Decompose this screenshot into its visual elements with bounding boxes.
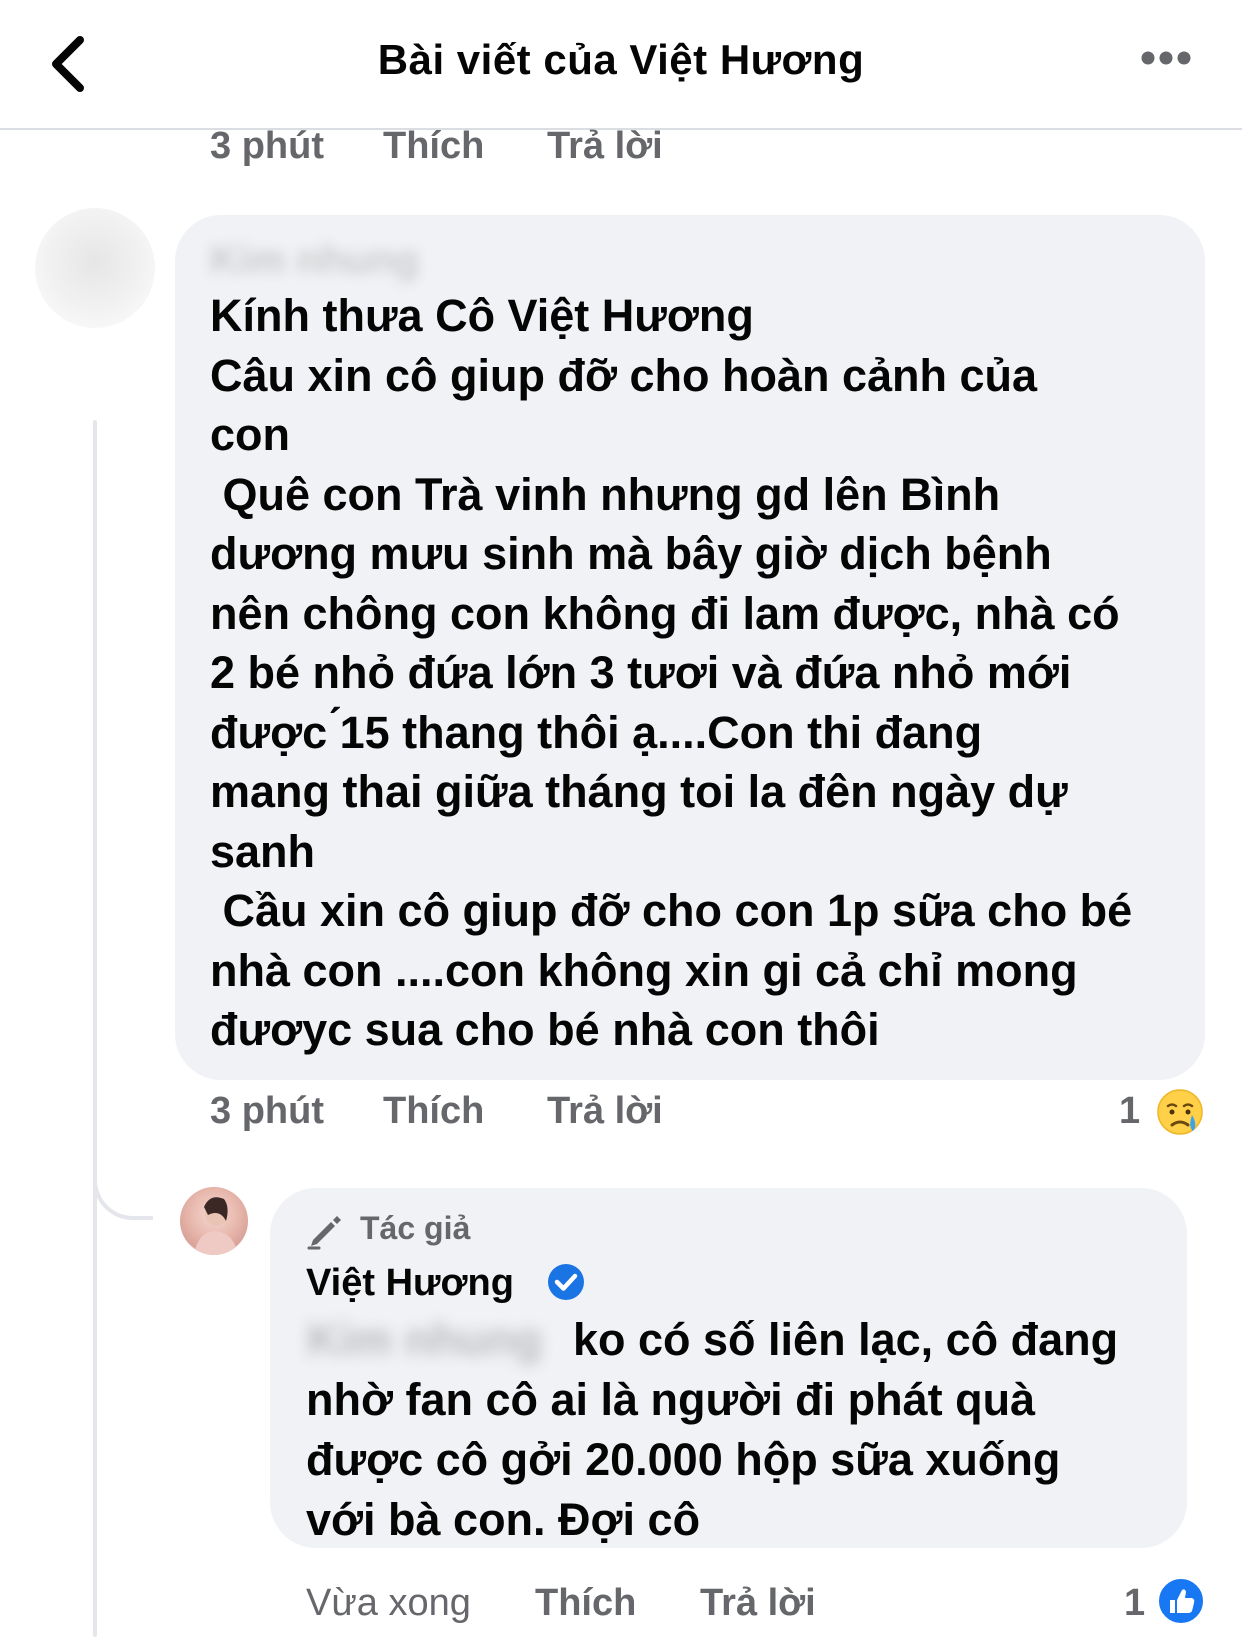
comment-text-line: con	[210, 409, 291, 460]
comment-text-line: được ́15 thang thôi ạ....Con thi đang	[210, 706, 983, 758]
reply-text-line-3: được cô gởi 20.000 hộp sữa xuống	[306, 1434, 1061, 1485]
author-badge-label: Tác giả	[360, 1210, 471, 1246]
previous-comment-time: 3 phút	[210, 125, 324, 167]
comment-text-line: Cầu xin cô giup đỡ cho con 1p sữa cho bé	[210, 885, 1133, 936]
author-avatar-image	[194, 1197, 238, 1255]
comment-reaction-count[interactable]: 1	[1119, 1090, 1140, 1133]
reply-text-line-2: nhờ fan cô ai là người đi phát quà	[306, 1374, 1036, 1425]
comment-text-line: đươyc sua cho bé nhà con thôi	[210, 1004, 880, 1055]
previous-comment-reply-button[interactable]: Trả lời	[547, 125, 663, 168]
comment-text-line: Câu xin cô giup đỡ cho hoàn cảnh của	[210, 349, 1038, 401]
author-avatar[interactable]	[180, 1187, 248, 1255]
comment-text-line: Quê con Trà vinh nhưng gd lên Bình	[210, 468, 1001, 520]
comment-text-line: nên chông con không đi lam được, nhà có	[210, 587, 1120, 639]
comment-reply-button[interactable]: Trả lời	[547, 1090, 663, 1133]
reply-text-line-1: ko có số liên lạc, cô đang	[573, 1314, 1119, 1365]
comment-text-line: nhà con ....con không xin gi cả chỉ mong	[210, 944, 1078, 996]
thread-connector	[93, 1140, 153, 1220]
comment-text-line: dương mưu sinh mà bây giờ dịch bệnh	[210, 528, 1052, 579]
crying-face-icon	[1157, 1089, 1203, 1135]
comment-text-line: mang thai giữa tháng toi la đên ngày dự	[210, 766, 1068, 817]
reply-like-button[interactable]: Thích	[535, 1582, 636, 1625]
author-name[interactable]: Việt Hương	[306, 1262, 514, 1305]
reply-mention[interactable]: Kim nhung	[307, 1310, 542, 1370]
page-title: Bài viết của Việt Hương	[377, 36, 865, 83]
comment-like-button[interactable]: Thích	[383, 1090, 484, 1133]
comment-text-line: 2 bé nhỏ đứa lớn 3 tươi và đứa nhỏ mới	[210, 647, 1072, 698]
comment-text: Kính thưa Cô Việt Hương Câu xin cô giup đ…	[210, 286, 1132, 1060]
comment-text-line: sanh	[210, 825, 316, 877]
commenter-avatar[interactable]	[35, 208, 155, 328]
more-horizontal-icon	[1141, 51, 1191, 65]
comment-time: 3 phút	[210, 1090, 324, 1132]
reply-time: Vừa xong	[306, 1582, 471, 1624]
top-bar: Bài viết của Việt Hương	[0, 0, 1242, 130]
comment-text-line: Kính thưa Cô Việt Hương	[210, 290, 754, 341]
verified-check-icon	[548, 1264, 584, 1300]
thumbs-up-icon	[1157, 1577, 1205, 1625]
thread-line	[93, 420, 97, 1637]
reply-reaction-count[interactable]: 1	[1124, 1582, 1145, 1625]
pencil-icon	[307, 1216, 341, 1250]
previous-comment-like-button[interactable]: Thích	[383, 125, 484, 168]
more-options-button[interactable]	[1140, 46, 1200, 76]
commenter-name[interactable]: Kim nhung	[210, 238, 419, 283]
reply-reply-button[interactable]: Trả lời	[700, 1582, 816, 1625]
reply-text-line-4: với bà con. Đợi cô	[306, 1494, 701, 1545]
